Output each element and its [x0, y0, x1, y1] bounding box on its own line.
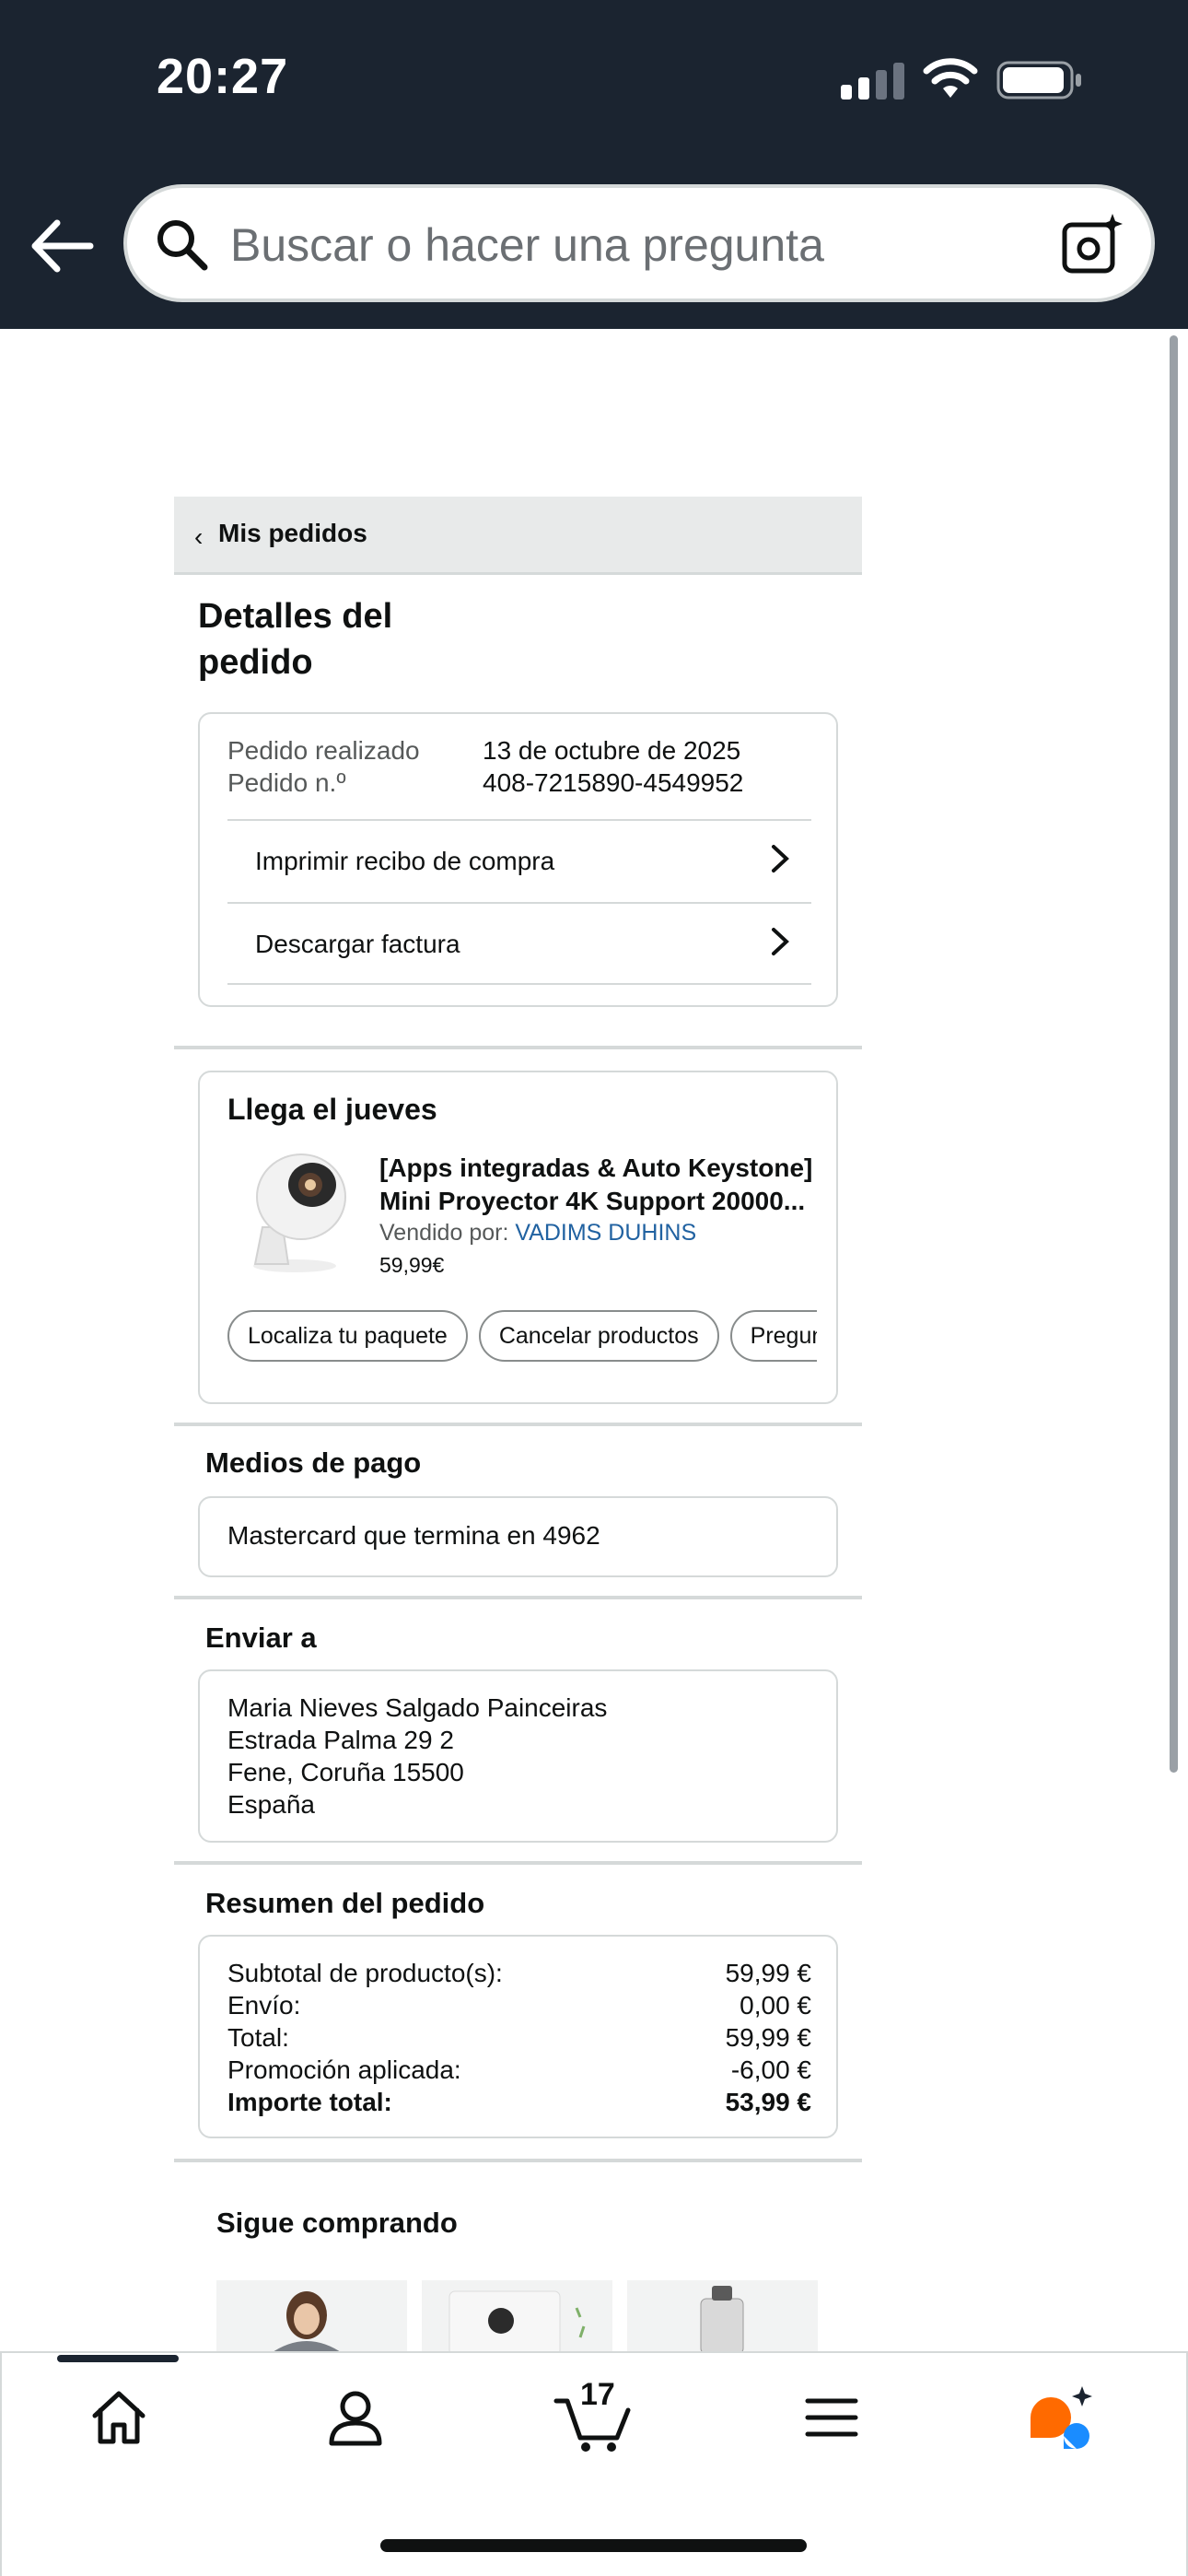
summary-row: Envío: 0,00 € — [227, 1991, 811, 2020]
breadcrumb-label: Mis pedidos — [218, 519, 367, 547]
payment-card: Mastercard que termina en 4962 — [198, 1496, 838, 1577]
divider — [174, 1861, 862, 1865]
payment-method: Mastercard que termina en 4962 — [227, 1521, 600, 1550]
summary-value: -6,00 € — [730, 2055, 811, 2084]
order-number-value: 408-7215890-4549952 — [483, 768, 744, 797]
active-tab-indicator — [57, 2355, 179, 2362]
breadcrumb[interactable]: ‹ Mis pedidos — [174, 497, 862, 575]
chevron-right-icon — [772, 845, 789, 872]
divider — [174, 1596, 862, 1599]
address-name: Maria Nieves Salgado Painceiras — [227, 1693, 608, 1722]
address-street: Estrada Palma 29 2 — [227, 1726, 454, 1754]
recommendation-card[interactable] — [627, 2280, 818, 2354]
summary-value: 59,99 € — [725, 1959, 811, 1987]
divider — [174, 1046, 862, 1049]
print-receipt-label: Imprimir recibo de compra — [255, 847, 555, 875]
summary-value: 59,99 € — [725, 2023, 811, 2052]
summary-label: Subtotal de producto(s): — [227, 1959, 503, 1987]
summary-label: Importe total: — [227, 2088, 392, 2116]
keep-shopping-heading: Sigue comprando — [216, 2207, 458, 2239]
summary-label: Envío: — [227, 1991, 301, 2020]
back-arrow-icon[interactable] — [28, 214, 98, 278]
scrollbar[interactable] — [1170, 335, 1178, 1773]
address-country: España — [227, 1790, 315, 1819]
summary-row: Promoción aplicada: -6,00 € — [227, 2055, 811, 2085]
ask-question-button[interactable]: Pregunta — [729, 1310, 817, 1362]
account-icon[interactable] — [319, 2381, 392, 2454]
cart-count-badge: 17 — [580, 2377, 615, 2412]
search-bar[interactable] — [123, 184, 1155, 302]
recommendation-card[interactable] — [422, 2280, 612, 2354]
search-icon — [157, 220, 208, 271]
seller-link[interactable]: VADIMS DUHINS — [515, 1220, 696, 1246]
delivery-heading: Llega el jueves — [227, 1093, 437, 1126]
order-number-label: Pedido n.º — [227, 768, 346, 797]
status-time: 20:27 — [157, 49, 289, 104]
summary-label: Promoción aplicada: — [227, 2055, 461, 2084]
payment-heading: Medios de pago — [205, 1446, 422, 1479]
recommendation-card[interactable] — [216, 2280, 407, 2354]
print-receipt-link[interactable]: Imprimir recibo de compra — [227, 819, 811, 902]
product-price: 59,99€ — [379, 1253, 445, 1277]
cancel-items-button[interactable]: Cancelar productos — [478, 1310, 719, 1362]
address-city: Fene, Coruña 15500 — [227, 1758, 464, 1786]
product-thumbnail — [270, 2291, 344, 2354]
sold-by: Vendido por: VADIMS DUHINS — [379, 1220, 696, 1247]
home-indicator — [380, 2539, 807, 2552]
shipment-actions: Localiza tu paquete Cancelar productos Pre… — [227, 1310, 817, 1364]
product-image[interactable] — [235, 1146, 355, 1275]
summary-value: 0,00 € — [740, 1991, 811, 2020]
product-title-line1[interactable]: [Apps integradas & Auto Keystone] — [379, 1152, 812, 1185]
summary-row: Subtotal de producto(s): 59,99 € — [227, 1959, 811, 1988]
sold-by-label: Vendido por: — [379, 1220, 509, 1246]
summary-label: Total: — [227, 2023, 289, 2052]
address-card: Maria Nieves Salgado Painceiras Estrada … — [198, 1669, 838, 1843]
page-title: Detalles del pedido — [198, 597, 393, 682]
chevron-right-icon — [772, 928, 789, 955]
shipment-card: Llega el jueves [Apps integradas & Auto … — [198, 1071, 838, 1404]
divider — [174, 1423, 862, 1426]
summary-total-row: Importe total: 53,99 € — [227, 2088, 811, 2117]
cellular-signal-icon — [841, 63, 904, 100]
home-icon[interactable] — [82, 2381, 156, 2454]
divider — [174, 2159, 862, 2162]
menu-icon[interactable] — [795, 2381, 868, 2454]
order-placed-label: Pedido realizado — [227, 736, 420, 765]
download-invoice-label: Descargar factura — [255, 930, 460, 958]
track-package-button[interactable]: Localiza tu paquete — [227, 1310, 468, 1362]
ship-to-heading: Enviar a — [205, 1622, 317, 1654]
rufus-icon[interactable] — [1025, 2381, 1099, 2454]
summary-value: 53,99 € — [725, 2088, 811, 2116]
order-info-card: Pedido realizado 13 de octubre de 2025 P… — [198, 712, 838, 1007]
product-thumbnail — [700, 2286, 744, 2354]
battery-icon — [996, 61, 1081, 100]
product-title-line2[interactable]: Mini Proyector 4K Support 20000... — [379, 1185, 812, 1218]
chevron-left-icon: ‹ — [194, 522, 204, 551]
order-placed-value: 13 de octubre de 2025 — [483, 736, 741, 765]
summary-heading: Resumen del pedido — [205, 1887, 485, 1919]
wifi-icon — [923, 58, 978, 98]
product-thumbnail — [448, 2290, 586, 2354]
summary-row: Total: 59,99 € — [227, 2023, 811, 2053]
summary-card: Subtotal de producto(s): 59,99 € Envío: … — [198, 1935, 838, 2138]
search-input[interactable] — [230, 208, 1022, 282]
camera-search-icon[interactable] — [1061, 212, 1125, 276]
download-invoice-link[interactable]: Descargar factura — [227, 902, 811, 985]
